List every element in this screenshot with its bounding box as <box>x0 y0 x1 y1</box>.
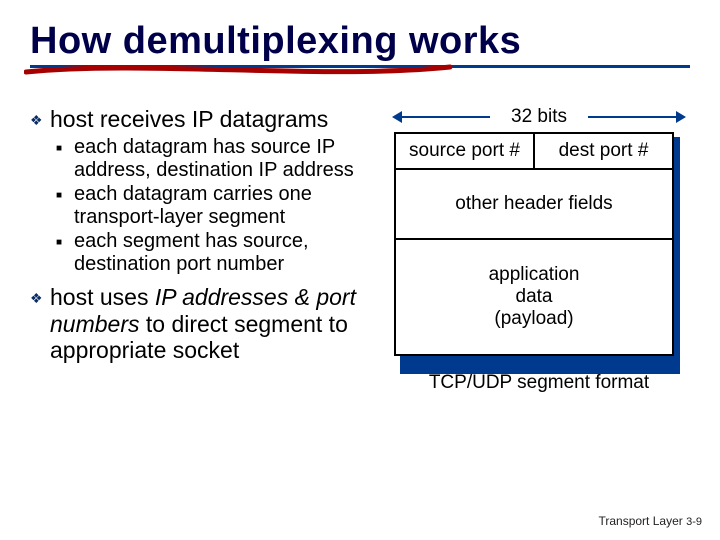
diamond-bullet-icon: ❖ <box>30 291 50 308</box>
bullet-1-text: host receives IP datagrams <box>50 106 328 132</box>
footer: Transport Layer 3-9 <box>598 514 702 528</box>
slide-title: How demultiplexing works <box>30 20 690 63</box>
square-bullet-icon: ■ <box>56 190 74 201</box>
body: ❖ host receives IP datagrams ■ each data… <box>30 106 690 394</box>
arrow-right-icon <box>676 111 686 123</box>
bullet-1-sublist: ■ each datagram has source IP address, d… <box>56 136 384 276</box>
segment-diagram: 32 bits source port # dest port # other … <box>394 106 684 394</box>
left-column: ❖ host receives IP datagrams ■ each data… <box>30 106 390 394</box>
diagram-caption: TCP/UDP segment format <box>394 372 684 394</box>
bits-width-row: 32 bits <box>394 106 684 128</box>
square-bullet-icon: ■ <box>56 237 74 248</box>
sub-3-text: each segment has source, destination por… <box>74 230 384 276</box>
bullet-2-pre: host uses <box>50 284 155 310</box>
sub-3: ■ each segment has source, destination p… <box>56 230 384 276</box>
sub-1: ■ each datagram has source IP address, d… <box>56 136 384 182</box>
bullet-2-text: host uses IP addresses & port numbers to… <box>50 284 384 363</box>
source-port-cell: source port # <box>395 133 534 169</box>
sub-2-text: each datagram carries one transport-laye… <box>74 183 384 229</box>
square-bullet-icon: ■ <box>56 143 74 154</box>
right-column: 32 bits source port # dest port # other … <box>390 106 690 394</box>
payload-cell: application data (payload) <box>395 239 673 355</box>
diamond-bullet-icon: ❖ <box>30 113 50 130</box>
width-line-left <box>398 116 490 118</box>
bullet-1: ❖ host receives IP datagrams <box>30 106 384 132</box>
sub-2: ■ each datagram carries one transport-la… <box>56 183 384 229</box>
red-underline-icon <box>24 62 454 80</box>
slide: How demultiplexing works ❖ host receives… <box>0 0 720 540</box>
segment-box: source port # dest port # other header f… <box>394 132 684 356</box>
payload-line-3: (payload) <box>400 308 668 330</box>
bits-label: 32 bits <box>511 106 567 127</box>
payload-line-1: application <box>400 264 668 286</box>
sub-1-text: each datagram has source IP address, des… <box>74 136 384 182</box>
dest-port-cell: dest port # <box>534 133 673 169</box>
footer-section: Transport Layer <box>598 514 682 528</box>
other-header-cell: other header fields <box>395 169 673 239</box>
width-line-right <box>588 116 680 118</box>
bullet-2: ❖ host uses IP addresses & port numbers … <box>30 284 384 363</box>
segment-table: source port # dest port # other header f… <box>394 132 674 356</box>
payload-line-2: data <box>400 286 668 308</box>
footer-page: 3-9 <box>686 516 702 528</box>
